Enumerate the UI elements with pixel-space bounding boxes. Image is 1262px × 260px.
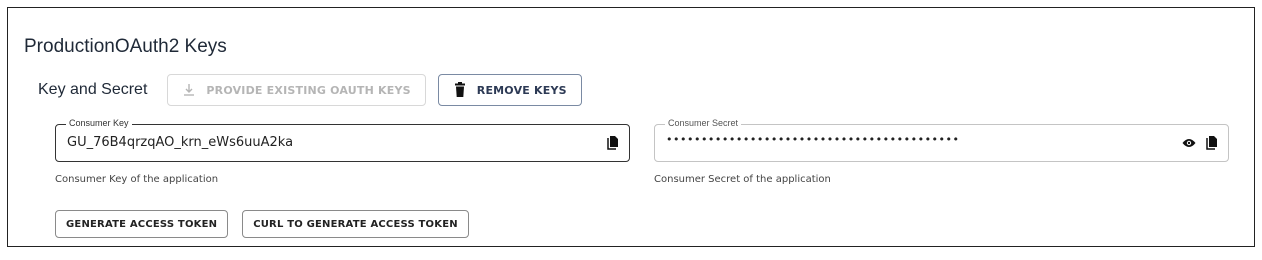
consumer-secret-value[interactable]: ••••••••••••••••••••••••••••••••••••••••… (666, 133, 960, 146)
copy-icon[interactable] (607, 135, 619, 150)
section-label: Key and Secret (38, 81, 148, 98)
remove-keys-label: REMOVE KEYS (476, 83, 567, 97)
token-actions: GENERATE ACCESS TOKEN CURL TO GENERATE A… (55, 210, 483, 238)
trash-icon (453, 82, 467, 98)
generate-access-token-button[interactable]: GENERATE ACCESS TOKEN (55, 210, 229, 238)
key-secret-header: Key and Secret PROVIDE EXISTING OAUTH KE… (38, 74, 582, 106)
consumer-secret-actions (1182, 135, 1218, 150)
consumer-key-label: Consumer Key (66, 118, 132, 128)
consumer-key-helper: Consumer Key of the application (55, 174, 219, 185)
copy-icon[interactable] (1206, 135, 1218, 150)
remove-keys-button[interactable]: REMOVE KEYS (437, 74, 582, 106)
panel-title: ProductionOAuth2 Keys (24, 36, 227, 57)
consumer-key-field[interactable]: Consumer Key GU_76B4qrzqAO_krn_eWs6uuA2k… (55, 118, 630, 162)
consumer-secret-helper: Consumer Secret of the application (654, 174, 831, 185)
consumer-secret-field[interactable]: Consumer Secret ••••••••••••••••••••••••… (654, 118, 1229, 162)
provide-existing-keys-label: PROVIDE EXISTING OAUTH KEYS (206, 83, 411, 97)
download-icon (182, 82, 196, 98)
consumer-key-value[interactable]: GU_76B4qrzqAO_krn_eWs6uuA2ka (67, 135, 293, 150)
provide-existing-keys-button[interactable]: PROVIDE EXISTING OAUTH KEYS (167, 74, 426, 106)
consumer-secret-label: Consumer Secret (665, 118, 742, 128)
eye-icon[interactable] (1182, 138, 1196, 148)
curl-generate-token-button[interactable]: CURL TO GENERATE ACCESS TOKEN (242, 210, 469, 238)
oauth-keys-panel: ProductionOAuth2 Keys Key and Secret PRO… (7, 7, 1255, 247)
consumer-key-actions (607, 135, 619, 150)
